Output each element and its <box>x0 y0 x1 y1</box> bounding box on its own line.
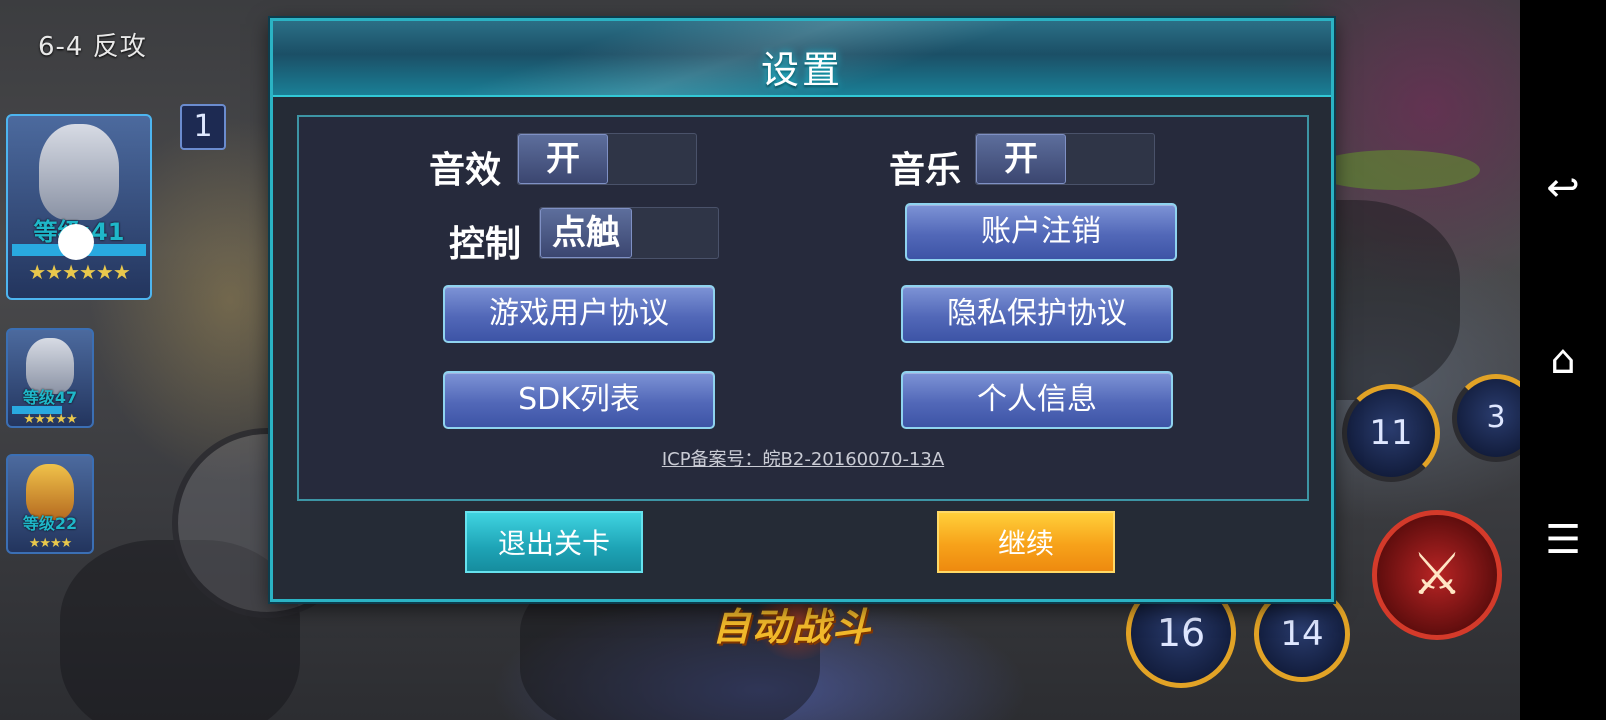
control-toggle[interactable]: 点触 <box>539 207 719 259</box>
system-navbar: ↩ ⌂ ☰ <box>1520 0 1606 720</box>
team-count-badge: 1 <box>180 104 226 150</box>
back-icon[interactable]: ↩ <box>1520 158 1606 218</box>
music-toggle-knob: 开 <box>976 134 1066 184</box>
auto-battle-button[interactable]: 自动战斗 <box>712 596 872 651</box>
dialog-title: 设置 <box>760 48 843 92</box>
menu-icon[interactable]: ☰ <box>1520 510 1606 570</box>
touch-indicator <box>58 224 94 260</box>
hero-card-2[interactable]: 等级47 ★★★★★ <box>6 328 94 428</box>
privacy-agreement-button[interactable]: 隐私保护协议 <box>901 285 1173 343</box>
music-toggle[interactable]: 开 <box>975 133 1155 185</box>
settings-panel: 音效 开 音乐 开 控制 点触 账户注销 游戏用户协议 隐私保护协议 SDK列表… <box>297 115 1309 501</box>
hero-stars: ★★★★★★ <box>28 260 131 284</box>
hero-portrait <box>39 124 119 220</box>
control-toggle-knob: 点触 <box>540 208 632 258</box>
stage-title: 6-4 反攻 <box>38 32 147 62</box>
personal-info-button[interactable]: 个人信息 <box>901 371 1173 429</box>
skill-button-2[interactable]: 3 <box>1452 374 1520 462</box>
hero-stars: ★★★★ <box>28 536 73 551</box>
control-label: 控制 <box>449 224 522 265</box>
user-agreement-button[interactable]: 游戏用户协议 <box>443 285 715 343</box>
music-label: 音乐 <box>889 150 962 191</box>
hero-card-1[interactable]: 等级:41 ★★★★★★ <box>6 114 152 300</box>
dialog-header: 设置 <box>273 21 1331 97</box>
exit-stage-button[interactable]: 退出关卡 <box>465 511 643 573</box>
continue-button[interactable]: 继续 <box>937 511 1115 573</box>
sdk-list-button[interactable]: SDK列表 <box>443 371 715 429</box>
sound-label: 音效 <box>429 150 502 191</box>
sound-toggle-knob: 开 <box>518 134 608 184</box>
hero-level: 等级22 <box>22 514 78 533</box>
account-logout-button[interactable]: 账户注销 <box>905 203 1177 261</box>
scenery-grass <box>1310 150 1480 190</box>
skill-button-1[interactable]: 11 <box>1342 384 1440 482</box>
crossed-swords-icon[interactable]: ⚔ <box>1372 510 1502 640</box>
hero-level: 等级47 <box>22 388 78 407</box>
sound-toggle[interactable]: 开 <box>517 133 697 185</box>
home-icon[interactable]: ⌂ <box>1520 330 1606 390</box>
hero-stars: ★★★★★ <box>23 412 77 427</box>
settings-dialog: 设置 音效 开 音乐 开 控制 点触 账户注销 游戏用户协议 隐私保护协议 SD… <box>270 18 1334 602</box>
icp-link[interactable]: ICP备案号：皖B2-20160070-13A <box>299 445 1307 471</box>
hero-card-3[interactable]: 等级22 ★★★★ <box>6 454 94 554</box>
